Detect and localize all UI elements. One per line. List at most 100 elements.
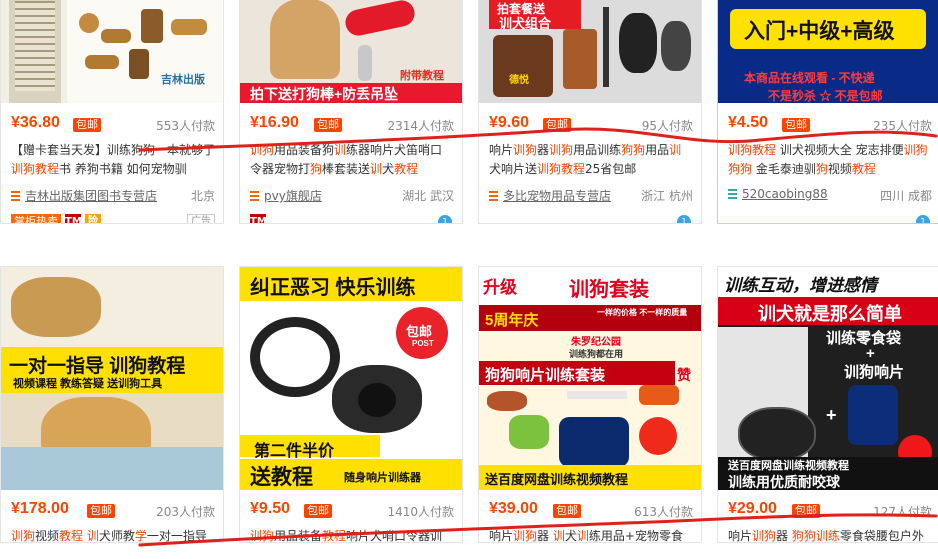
title-segment: 训: [576, 529, 589, 543]
product-card-1[interactable]: 吉林出版 ¥36.80 包邮 553人付款 【赠卡套当天发】训练狗狗一本就够了 …: [0, 0, 224, 224]
shop-icon: [11, 191, 20, 201]
image-banner: 拍下送打狗棒+防丢吊坠: [250, 86, 399, 102]
title-segment: 训狗: [513, 143, 538, 157]
free-shipping-badge: 包邮: [782, 118, 810, 132]
product-image-7[interactable]: 升级 训狗套装 5周年庆 一样的价格 不一样的质量 朱罗纪公园 训练狗都在用 狗…: [479, 267, 701, 490]
product-title[interactable]: 训狗用品装备狗训练器响片犬笛哨口令器宠物打狗棒套装送训犬教程: [250, 141, 454, 179]
product-title[interactable]: 响片训狗器 狗狗训练零食袋腰包户外遛狗包宠物训犬器训狗用品教程: [728, 527, 932, 543]
image-text: 第二件半价: [254, 443, 335, 460]
price: ¥9.50: [250, 500, 291, 517]
image-text: 5周年庆: [485, 312, 539, 329]
image-text: 一对一指导 训狗教程: [9, 356, 186, 377]
wangwang-chat-icon[interactable]: 1: [916, 215, 930, 223]
title-segment: 犬: [382, 162, 395, 176]
image-text: 一样的价格 不一样的质量: [597, 308, 688, 317]
title-segment: 视频: [35, 529, 60, 543]
shop-name-link[interactable]: 520caobing88: [742, 187, 828, 201]
title-segment: 训狗: [752, 529, 777, 543]
free-shipping-badge: 包邮: [792, 504, 820, 518]
image-text: +: [826, 405, 837, 425]
title-segment: 训狗: [549, 143, 574, 157]
product-card-4[interactable]: 入门+中级+高级 本商品在线观看 - 不快递 不是秒杀 ☆ 不是包邮 ¥4.50…: [717, 0, 938, 224]
product-image-8[interactable]: 训练互动，增进感情 训犬就是那么简单 训练零食袋 + 训狗响片 + 送百度网盘训…: [718, 267, 938, 490]
service-icons: TM 1: [250, 214, 454, 223]
product-title[interactable]: 训狗视频教程 训犬师教学一对一指导 定点排便乱叫乱咬 神器手册: [11, 527, 215, 543]
image-text: 狗狗响片训练套装: [485, 367, 606, 384]
product-image-5[interactable]: 一对一指导 训狗教程 视频课程 教练答疑 送训狗工具: [1, 267, 223, 490]
title-segment: 【赠卡套当天发】训练狗狗一本就够了: [11, 143, 215, 157]
title-segment: 教程: [59, 529, 84, 543]
wangwang-chat-icon[interactable]: 1: [438, 215, 452, 223]
shop-icon: [728, 189, 737, 199]
image-text: 训练互动，增进感情: [724, 276, 877, 295]
title-segment: 训狗: [513, 529, 538, 543]
product-card-5[interactable]: 一对一指导 训狗教程 视频课程 教练答疑 送训狗工具 ¥178.00 包邮 20…: [0, 266, 224, 543]
sales-count: 95人付款: [641, 119, 693, 133]
free-shipping-badge: 包邮: [553, 504, 581, 518]
product-image-4[interactable]: 入门+中级+高级 本商品在线观看 - 不快递 不是秒杀 ☆ 不是包邮: [718, 0, 938, 103]
title-segment: 狗狗训练: [791, 529, 840, 543]
price-bar: ¥178.00 包邮 203人付款: [11, 500, 215, 522]
tmall-icon[interactable]: TM: [250, 214, 267, 223]
price-bar: ¥16.90 包邮 2314人付款: [250, 114, 454, 136]
shop-info: 520caobing88 四川 成都: [728, 187, 932, 203]
product-title[interactable]: 响片训狗器 训犬训练用品+宠物零食袋腰包+驯狗视教程+超声波犬笛: [489, 527, 693, 543]
image-text: 纠正恶习 快乐训练: [250, 277, 416, 299]
title-segment: 犬师教: [98, 529, 135, 543]
shop-name-link[interactable]: 多比宠物用品专营店: [503, 189, 611, 203]
shop-location: 北京: [190, 189, 215, 203]
title-segment: 用品训练: [573, 143, 622, 157]
title-segment: 狗狗: [728, 162, 753, 176]
product-title[interactable]: 训狗教程 训犬视频大全 宠志排便训狗 狗狗 金毛泰迪驯狗视频教程: [728, 141, 932, 179]
free-shipping-badge: 包邮: [304, 504, 332, 518]
free-shipping-badge: 包邮: [73, 118, 101, 132]
title-segment: 响片: [489, 143, 514, 157]
price-bar: ¥39.00 包邮 613人付款: [489, 500, 693, 522]
title-segment: 训: [552, 529, 565, 543]
title-segment: 训: [370, 162, 383, 176]
shop-info: 吉林出版集团图书专营店 北京: [11, 187, 215, 203]
title-segment: 教程: [851, 162, 876, 176]
product-card-3[interactable]: 拍套餐送 训犬组合 德悦 ¥9.60 包邮 95人付款 响片训狗器训狗用品训练狗…: [478, 0, 702, 224]
service-icons: 掌柜热卖 TM 险 广告: [11, 214, 215, 223]
product-card-7[interactable]: 升级 训狗套装 5周年庆 一样的价格 不一样的质量 朱罗纪公园 训练狗都在用 狗…: [478, 266, 702, 543]
product-image-1[interactable]: 吉林出版: [1, 0, 223, 103]
product-card-6[interactable]: 纠正恶习 快乐训练 包邮 POST 第二件半价 送教程 随身响片训练器 ¥9.5…: [239, 266, 463, 543]
title-segment: 训犬视频大全 宠志排便: [776, 143, 904, 157]
title-segment: 棒套装送: [322, 162, 371, 176]
title-segment: 响片: [489, 529, 514, 543]
image-text: 送教程: [250, 466, 313, 489]
product-title[interactable]: 【赠卡套当天发】训练狗狗一本就够了 训狗教程书 养狗书籍 如何宠物驯: [11, 141, 215, 179]
product-image-2[interactable]: 附带教程 拍下送打狗棒+防丢吊坠: [240, 0, 462, 103]
product-title[interactable]: 训狗用品装备教程响片犬哨口令器训练器用具马犬训练宠物训犬狗狗: [250, 527, 454, 543]
free-shipping-badge: 包邮: [543, 118, 571, 132]
title-segment: 教程: [322, 529, 347, 543]
ad-label: 广告: [187, 214, 215, 223]
shop-name-link[interactable]: 吉林出版集团图书专营店: [25, 189, 157, 203]
title-segment: 训狗: [903, 143, 928, 157]
insurance-icon[interactable]: 险: [85, 214, 101, 223]
shop-name-link[interactable]: pvy旗舰店: [264, 189, 322, 203]
product-title[interactable]: 响片训狗器训狗用品训练狗狗用品训犬响片送训狗教程25省包邮: [489, 141, 693, 179]
shop-icon: [250, 191, 259, 201]
product-card-8[interactable]: 训练互动，增进感情 训犬就是那么简单 训练零食袋 + 训狗响片 + 送百度网盘训…: [717, 266, 938, 543]
title-segment: 金毛泰迪驯: [752, 162, 816, 176]
image-text: 入门+中级+高级: [744, 20, 895, 43]
title-segment: 视频: [827, 162, 852, 176]
shop-location: 浙江 杭州: [641, 189, 693, 203]
image-text: 朱罗纪公园: [571, 337, 621, 348]
price-bar: ¥29.00 包邮 127人付款: [728, 500, 932, 522]
shop-info: 多比宠物用品专营店 浙江 杭州: [489, 187, 693, 203]
product-card-2[interactable]: 附带教程 拍下送打狗棒+防丢吊坠 ¥16.90 包邮 2314人付款 训狗用品装…: [239, 0, 463, 224]
price-bar: ¥36.80 包邮 553人付款: [11, 114, 215, 136]
product-image-6[interactable]: 纠正恶习 快乐训练 包邮 POST 第二件半价 送教程 随身响片训练器: [240, 267, 462, 490]
wangwang-chat-icon[interactable]: 1: [677, 215, 691, 223]
sales-count: 235人付款: [873, 119, 932, 133]
shop-location: 湖北 武汉: [402, 189, 454, 203]
shop-info: pvy旗舰店 湖北 武汉: [250, 187, 454, 203]
sales-count: 613人付款: [634, 505, 693, 519]
product-image-3[interactable]: 拍套餐送 训犬组合 德悦: [479, 0, 701, 103]
tmall-icon[interactable]: TM: [65, 214, 82, 223]
sales-count: 1410人付款: [387, 505, 454, 519]
service-icons: 1: [728, 214, 932, 223]
